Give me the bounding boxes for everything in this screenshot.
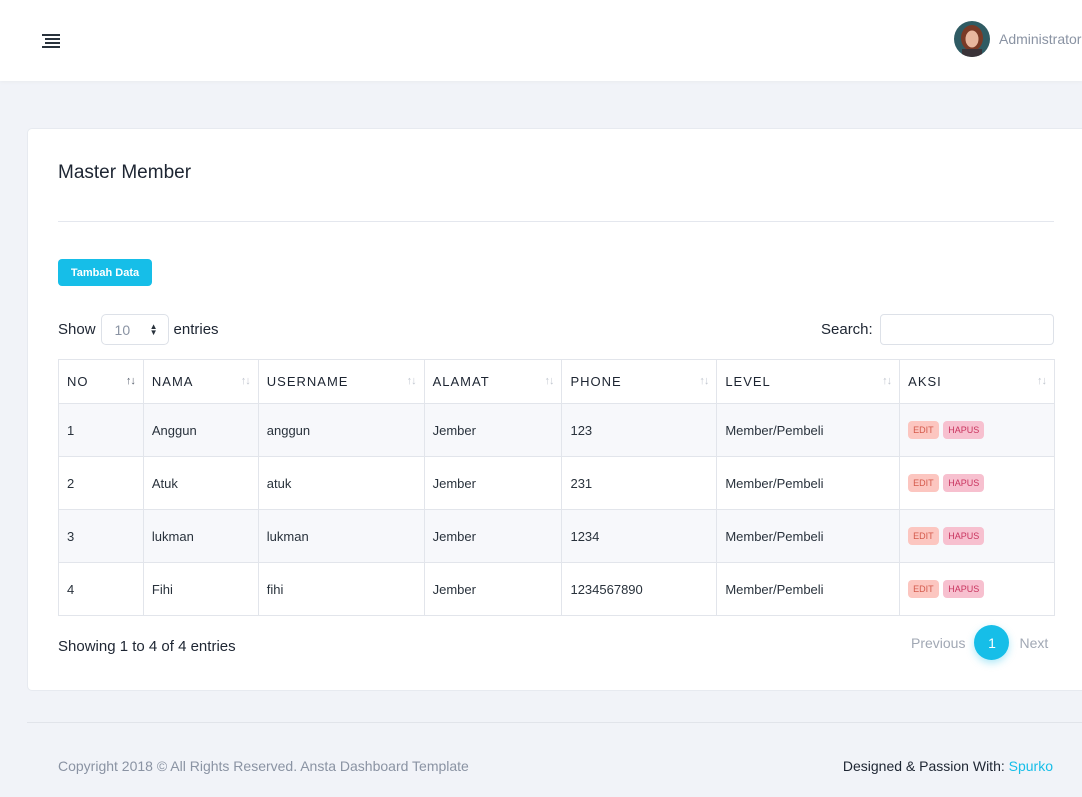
cell-nama: Fihi: [142, 562, 259, 616]
cell-level: Member/Pembeli: [716, 509, 901, 563]
cell-aksi: EDIT HAPUS: [899, 562, 1055, 616]
table-header-row: NO ↑↓ NAMA ↑↓ USERNAME ↑↓ ALAMAT ↑↓ PHONE ↑↓ …: [58, 359, 1055, 404]
cell-nama: Atuk: [142, 456, 259, 510]
add-data-button[interactable]: Tambah Data: [58, 259, 152, 286]
cell-phone: 1234567890: [561, 562, 718, 616]
sort-icon: ↑↓: [882, 375, 892, 387]
cell-no: 3: [58, 509, 144, 563]
cell-alamat: Jember: [423, 456, 563, 510]
table-row: 1 Anggun anggun Jember 123 Member/Pembel…: [58, 403, 1055, 457]
hamburger-menu-icon[interactable]: [42, 34, 60, 48]
table-row: 4 Fihi fihi Jember 1234567890 Member/Pem…: [58, 562, 1055, 616]
column-header-level[interactable]: LEVEL ↑↓: [716, 359, 901, 404]
entries-length-select[interactable]: 10 ▲ ▼: [100, 314, 169, 345]
show-label: Show: [58, 321, 96, 338]
user-name[interactable]: Administrator: [999, 31, 1081, 47]
footer-divider: [27, 722, 1082, 723]
previous-page-button[interactable]: Previous: [911, 635, 965, 651]
table-row: 3 lukman lukman Jember 1234 Member/Pembe…: [58, 509, 1055, 563]
cell-phone: 123: [561, 403, 718, 457]
footer-credit: Designed & Passion With: Spurko: [843, 758, 1053, 774]
cell-no: 2: [58, 456, 144, 510]
cell-username: lukman: [257, 509, 425, 563]
cell-aksi: EDIT HAPUS: [899, 403, 1055, 457]
column-header-phone[interactable]: PHONE ↑↓: [561, 359, 718, 404]
edit-button[interactable]: EDIT: [908, 474, 939, 492]
table-search: Search:: [821, 314, 1054, 345]
sort-icon: ↑↓: [699, 375, 709, 387]
delete-button[interactable]: HAPUS: [943, 580, 985, 598]
cell-phone: 1234: [561, 509, 718, 563]
footer-brand-link[interactable]: Spurko: [1009, 758, 1053, 774]
delete-button[interactable]: HAPUS: [943, 527, 985, 545]
table-row: 2 Atuk atuk Jember 231 Member/Pembeli ED…: [58, 456, 1055, 510]
entries-length-value: 10: [114, 321, 131, 338]
delete-button[interactable]: HAPUS: [943, 421, 985, 439]
sort-icon: ↑↓: [406, 375, 417, 387]
cell-alamat: Jember: [423, 403, 563, 457]
cell-nama: lukman: [142, 509, 259, 563]
table-info: Showing 1 to 4 of 4 entries: [58, 638, 236, 655]
cell-level: Member/Pembeli: [716, 456, 901, 510]
cell-level: Member/Pembeli: [716, 403, 901, 457]
cell-no: 1: [58, 403, 144, 457]
edit-button[interactable]: EDIT: [908, 421, 939, 439]
entries-length-control: Show 10 ▲ ▼ entries: [58, 314, 219, 345]
cell-alamat: Jember: [423, 509, 563, 563]
edit-button[interactable]: EDIT: [908, 527, 939, 545]
master-member-card: Master Member Tambah Data Show 10 ▲ ▼ ent…: [27, 128, 1082, 691]
edit-button[interactable]: EDIT: [908, 580, 939, 598]
sort-icon: ↑↓: [1037, 375, 1047, 387]
user-menu[interactable]: Administrator: [954, 21, 1081, 57]
pagination: Previous 1 Next: [911, 625, 1048, 660]
cell-username: atuk: [257, 456, 425, 510]
top-navbar: Administrator: [0, 0, 1082, 81]
search-label: Search:: [821, 321, 873, 338]
cell-username: anggun: [257, 403, 425, 457]
column-header-alamat[interactable]: ALAMAT ↑↓: [423, 359, 563, 404]
footer-copyright: Copyright 2018 © All Rights Reserved. An…: [58, 758, 469, 774]
cell-level: Member/Pembeli: [716, 562, 901, 616]
entries-label: entries: [173, 321, 219, 338]
column-header-username[interactable]: USERNAME ↑↓: [257, 359, 425, 404]
sort-icon: ↑↓: [544, 375, 554, 387]
column-header-no[interactable]: NO ↑↓: [58, 359, 144, 404]
divider: [58, 221, 1054, 222]
member-table: NO ↑↓ NAMA ↑↓ USERNAME ↑↓ ALAMAT ↑↓ PHONE ↑↓ …: [58, 359, 1055, 616]
page-title: Master Member: [58, 162, 192, 183]
cell-alamat: Jember: [423, 562, 563, 616]
cell-nama: Anggun: [142, 403, 259, 457]
page-1-button[interactable]: 1: [974, 625, 1010, 660]
select-caret-icon: ▲ ▼: [149, 322, 158, 337]
delete-button[interactable]: HAPUS: [943, 474, 985, 492]
cell-aksi: EDIT HAPUS: [899, 456, 1055, 510]
cell-phone: 231: [561, 456, 718, 510]
sort-asc-icon: ↑↓: [125, 375, 136, 387]
footer-designed-label: Designed & Passion With:: [842, 758, 1005, 774]
column-header-nama[interactable]: NAMA ↑↓: [142, 359, 259, 404]
column-header-aksi[interactable]: AKSI ↑↓: [899, 359, 1055, 404]
avatar[interactable]: [954, 21, 990, 57]
next-page-button[interactable]: Next: [1019, 635, 1048, 651]
cell-username: fihi: [257, 562, 425, 616]
search-input[interactable]: [879, 314, 1054, 345]
cell-no: 4: [58, 562, 144, 616]
cell-aksi: EDIT HAPUS: [899, 509, 1055, 563]
sort-icon: ↑↓: [240, 375, 251, 387]
